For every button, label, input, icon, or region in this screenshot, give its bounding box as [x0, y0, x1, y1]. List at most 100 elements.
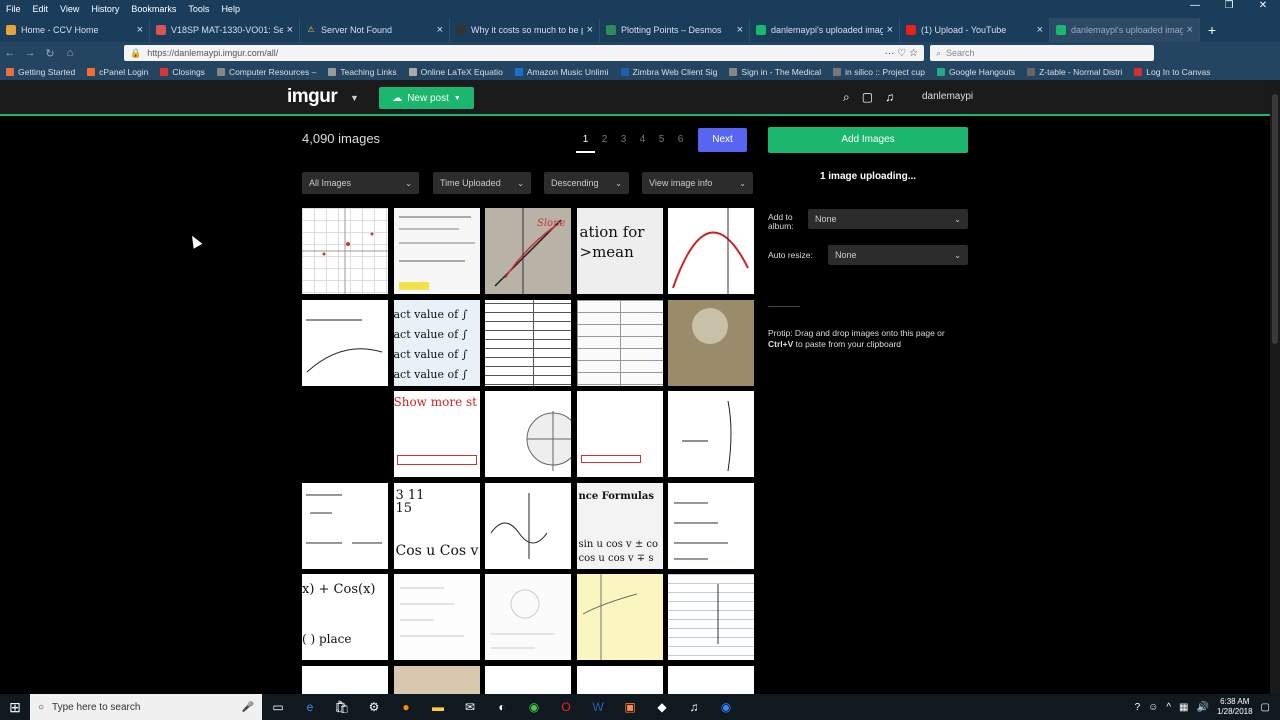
- network-icon[interactable]: ▦: [1179, 702, 1188, 713]
- tab-server-not-found[interactable]: ⚠ Server Not Found ×: [300, 18, 450, 42]
- chevron-up-icon[interactable]: ^: [1166, 702, 1171, 713]
- notification-bell-icon[interactable]: ♫: [885, 90, 894, 105]
- tab-ccv-home[interactable]: Home - CCV Home ×: [0, 18, 150, 42]
- tab-why-it-costs[interactable]: Why it costs so much to be po ×: [450, 18, 600, 42]
- app-icon[interactable]: ▣: [614, 700, 646, 714]
- store-icon[interactable]: 🛍: [326, 700, 358, 714]
- thumb-faint-circle[interactable]: [485, 574, 571, 660]
- close-tab-icon[interactable]: ×: [887, 24, 893, 36]
- close-window-button[interactable]: ✕: [1246, 0, 1280, 11]
- bookmark-item[interactable]: in silico :: Project cup: [827, 67, 931, 77]
- scrollbar-thumb[interactable]: [1272, 94, 1278, 344]
- bookmark-item[interactable]: Closings: [154, 67, 211, 77]
- thumb-printed-table[interactable]: [576, 299, 663, 386]
- close-tab-icon[interactable]: ×: [287, 24, 293, 36]
- filter-all-images[interactable]: All Images ⌄: [302, 172, 419, 194]
- thumb-highlighted-equation[interactable]: [576, 391, 663, 477]
- thumb-number-line[interactable]: [302, 299, 388, 386]
- thumb-faint-notes[interactable]: [393, 574, 480, 660]
- thumb-solutions-list[interactable]: [485, 482, 571, 569]
- bookmark-item[interactable]: Log In to Canvas: [1128, 67, 1216, 77]
- thumb-graph-grid[interactable]: [302, 208, 388, 294]
- mail-icon[interactable]: ✉: [454, 700, 486, 714]
- thumb-cos-u-cos-v[interactable]: 3 11 15 Cos u Cos v: [393, 482, 480, 569]
- thumb-handwritten-derivation[interactable]: [302, 482, 388, 569]
- thumb-bottom-3[interactable]: [485, 665, 571, 694]
- opera-icon[interactable]: O: [550, 700, 582, 714]
- bookmark-item[interactable]: Online LaTeX Equatio: [403, 67, 509, 77]
- thumb-bottom-4[interactable]: [576, 665, 663, 694]
- page-3[interactable]: 3: [614, 127, 633, 153]
- tab-mat-1330[interactable]: V18SP MAT-1330-VO01: Section ×: [150, 18, 300, 42]
- next-page-button[interactable]: Next: [698, 128, 747, 152]
- app-icon[interactable]: ⚙: [358, 700, 390, 714]
- file-explorer-icon[interactable]: ▬: [422, 700, 454, 714]
- thumb-worksheet[interactable]: [393, 208, 480, 294]
- chevron-down-icon[interactable]: ▼: [350, 93, 359, 103]
- add-images-button[interactable]: Add Images: [768, 127, 968, 153]
- thumb-unit-circle[interactable]: [485, 391, 571, 477]
- page-5[interactable]: 5: [652, 127, 671, 153]
- thumb-red-curve[interactable]: [668, 208, 754, 294]
- new-post-button[interactable]: ☁ New post ▼: [379, 87, 474, 109]
- back-icon[interactable]: ←: [0, 47, 20, 59]
- thumb-cos-x-expression[interactable]: x) + Cos(x) ( ) place: [302, 574, 388, 660]
- clock[interactable]: 6:38 AM 1/28/2018: [1217, 697, 1253, 717]
- notifications-icon[interactable]: ▢: [1261, 702, 1270, 713]
- home-icon[interactable]: ⌂: [60, 47, 80, 59]
- thumb-bottom-1[interactable]: [302, 665, 388, 694]
- thumb-exact-value-integral[interactable]: act value of ∫ act value of ∫ act value …: [393, 299, 480, 386]
- thumb-handwritten-solution[interactable]: [668, 482, 754, 569]
- help-icon[interactable]: ?: [1135, 702, 1141, 713]
- firefox-icon[interactable]: ●: [390, 700, 422, 714]
- bookmark-item[interactable]: Zimbra Web Client Sig: [615, 67, 724, 77]
- bookmark-item[interactable]: Getting Started: [0, 67, 81, 77]
- edge-icon[interactable]: e: [294, 700, 326, 714]
- menu-edit[interactable]: Edit: [27, 4, 55, 14]
- thumb-bottom-2[interactable]: [393, 665, 480, 694]
- menu-help[interactable]: Help: [215, 4, 246, 14]
- bookmark-item[interactable]: Z-table - Normal Distri: [1021, 67, 1128, 77]
- thumb-lined-notes[interactable]: [668, 574, 754, 660]
- maximize-button[interactable]: ❐: [1212, 0, 1246, 11]
- sort-order-descending[interactable]: Descending ⌄: [544, 172, 629, 194]
- thumb-bottom-5[interactable]: [668, 665, 754, 694]
- search-icon[interactable]: ⌕: [843, 90, 850, 105]
- close-tab-icon[interactable]: ×: [737, 24, 743, 36]
- page-4[interactable]: 4: [633, 127, 652, 153]
- thumb-interval-table[interactable]: [485, 299, 571, 386]
- menu-tools[interactable]: Tools: [182, 4, 215, 14]
- bookmark-item[interactable]: Amazon Music Unlimi: [509, 67, 615, 77]
- close-tab-icon[interactable]: ×: [137, 24, 143, 36]
- bookmark-item[interactable]: Teaching Links: [322, 67, 402, 77]
- bookmark-item[interactable]: Sign in - The Medical: [723, 67, 827, 77]
- auto-resize-select[interactable]: None ⌄: [828, 245, 968, 265]
- taskbar-search-input[interactable]: ○ Type here to search 🎤: [30, 694, 262, 720]
- tab-desmos[interactable]: Plotting Points – Desmos ×: [600, 18, 750, 42]
- close-tab-icon[interactable]: ×: [587, 24, 593, 36]
- minimize-button[interactable]: —: [1178, 0, 1212, 11]
- bookmark-item[interactable]: Google Hangouts: [931, 67, 1021, 77]
- app-icon[interactable]: ◆: [646, 700, 678, 714]
- forward-icon[interactable]: →: [20, 47, 40, 59]
- thumb-black[interactable]: [302, 391, 388, 477]
- reload-icon[interactable]: ↻: [40, 47, 60, 60]
- chrome-icon[interactable]: ◉: [518, 700, 550, 714]
- word-icon[interactable]: W: [582, 700, 614, 714]
- close-tab-icon[interactable]: ×: [437, 24, 443, 36]
- thumb-slope-sketch[interactable]: Slope: [485, 208, 571, 294]
- search-input[interactable]: ⌕ Search: [930, 45, 1154, 61]
- url-bar[interactable]: 🔒 https://danlemaypi.imgur.com/all/ ··· …: [124, 45, 924, 61]
- tab-imgur-1[interactable]: danlemaypi's uploaded image ×: [750, 18, 900, 42]
- page-6[interactable]: 6: [671, 127, 690, 153]
- close-tab-icon[interactable]: ×: [1187, 24, 1193, 36]
- view-image-info-select[interactable]: View image info ⌄: [642, 172, 753, 194]
- menu-view[interactable]: View: [54, 4, 85, 14]
- close-tab-icon[interactable]: ×: [1037, 24, 1043, 36]
- thumb-sum-formulas[interactable]: nce Formulas sin u cos v ± co cos u cos …: [576, 482, 663, 569]
- menu-file[interactable]: File: [0, 4, 27, 14]
- itunes-icon[interactable]: ♫: [678, 700, 710, 714]
- tab-imgur-active[interactable]: danlemaypi's uploaded image ×: [1050, 18, 1200, 42]
- zoom-icon[interactable]: ◉: [710, 700, 742, 714]
- imgur-logo[interactable]: imgur: [287, 86, 338, 108]
